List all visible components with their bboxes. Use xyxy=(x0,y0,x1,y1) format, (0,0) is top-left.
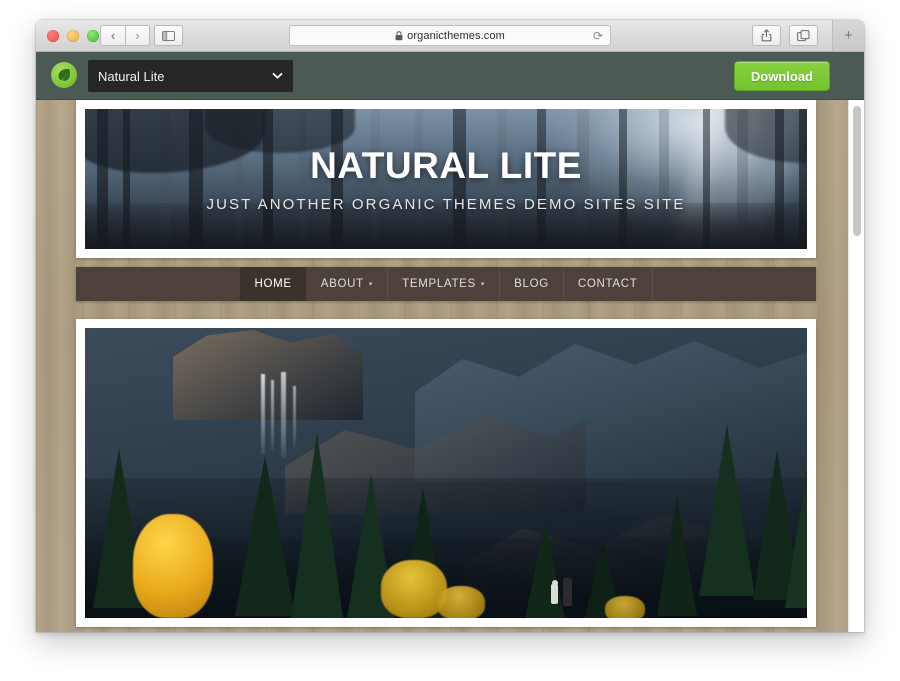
site-title: NATURAL LITE xyxy=(310,145,582,186)
new-tab-button[interactable]: + xyxy=(832,20,864,51)
nav-item-contact[interactable]: CONTACT xyxy=(564,267,653,301)
sidebar-icon xyxy=(162,30,175,41)
zoom-window-button[interactable] xyxy=(87,30,99,42)
theme-selector-dropdown[interactable]: Natural Lite xyxy=(88,60,293,92)
page-scrollbar[interactable] xyxy=(848,100,864,632)
hero-text-block: NATURAL LITE JUST ANOTHER ORGANIC THEMES… xyxy=(85,109,807,249)
safari-browser-window: ‹ › organicthemes.com ⟳ + Natural Lite D… xyxy=(36,20,864,632)
chevron-down-icon: ▾ xyxy=(480,281,486,288)
nav-label: CONTACT xyxy=(577,278,638,290)
nav-label: HOME xyxy=(254,278,292,290)
site-content-column: NATURAL LITE JUST ANOTHER ORGANIC THEMES… xyxy=(76,100,816,627)
reload-button[interactable]: ⟳ xyxy=(593,29,603,44)
back-button[interactable]: ‹ xyxy=(100,25,125,46)
tabs-overview-icon xyxy=(797,29,810,41)
share-icon xyxy=(761,29,772,42)
nav-label: ABOUT xyxy=(320,278,364,290)
lock-icon xyxy=(395,30,403,41)
page-viewport: Natural Lite Download NATURAL LITE JUST … xyxy=(36,52,864,632)
nav-label: BLOG xyxy=(514,278,549,290)
nav-label: TEMPLATES xyxy=(402,278,476,290)
toolbar-right-actions xyxy=(752,25,818,46)
sidebar-toggle-button[interactable] xyxy=(154,25,183,46)
site-header-bar: Natural Lite Download xyxy=(36,52,864,100)
chevron-down-icon xyxy=(272,71,283,81)
minimize-window-button[interactable] xyxy=(67,30,79,42)
window-traffic-lights xyxy=(47,30,99,42)
featured-photo xyxy=(85,328,807,618)
scrollbar-thumb[interactable] xyxy=(853,106,861,236)
site-tagline: JUST ANOTHER ORGANIC THEMES DEMO SITES S… xyxy=(206,196,686,213)
browser-toolbar: ‹ › organicthemes.com ⟳ + xyxy=(36,20,864,52)
site-navigation: HOME ABOUT ▾ TEMPLATES ▾ BLOG CONTACT xyxy=(76,267,816,301)
nav-item-blog[interactable]: BLOG xyxy=(500,267,564,301)
show-tabs-button[interactable] xyxy=(789,25,818,46)
screenshot-stage: ‹ › organicthemes.com ⟳ + Natural Lite D… xyxy=(0,0,900,681)
nav-item-about[interactable]: ABOUT ▾ xyxy=(307,267,389,301)
address-bar[interactable]: organicthemes.com ⟳ xyxy=(289,25,611,46)
download-button[interactable]: Download xyxy=(733,61,830,91)
forward-button[interactable]: › xyxy=(125,25,150,46)
nav-item-home[interactable]: HOME xyxy=(239,267,307,301)
navigation-buttons: ‹ › xyxy=(100,25,150,46)
nav-item-templates[interactable]: TEMPLATES ▾ xyxy=(388,267,501,301)
url-text: organicthemes.com xyxy=(407,29,505,42)
close-window-button[interactable] xyxy=(47,30,59,42)
theme-selector-value: Natural Lite xyxy=(98,68,165,84)
chevron-down-icon: ▾ xyxy=(368,281,374,288)
hero-photo-frame: NATURAL LITE JUST ANOTHER ORGANIC THEMES… xyxy=(76,100,816,258)
leaf-logo-icon[interactable] xyxy=(51,62,77,88)
share-button[interactable] xyxy=(752,25,781,46)
featured-photo-frame xyxy=(76,319,816,627)
hero-banner-photo: NATURAL LITE JUST ANOTHER ORGANIC THEMES… xyxy=(85,109,807,249)
